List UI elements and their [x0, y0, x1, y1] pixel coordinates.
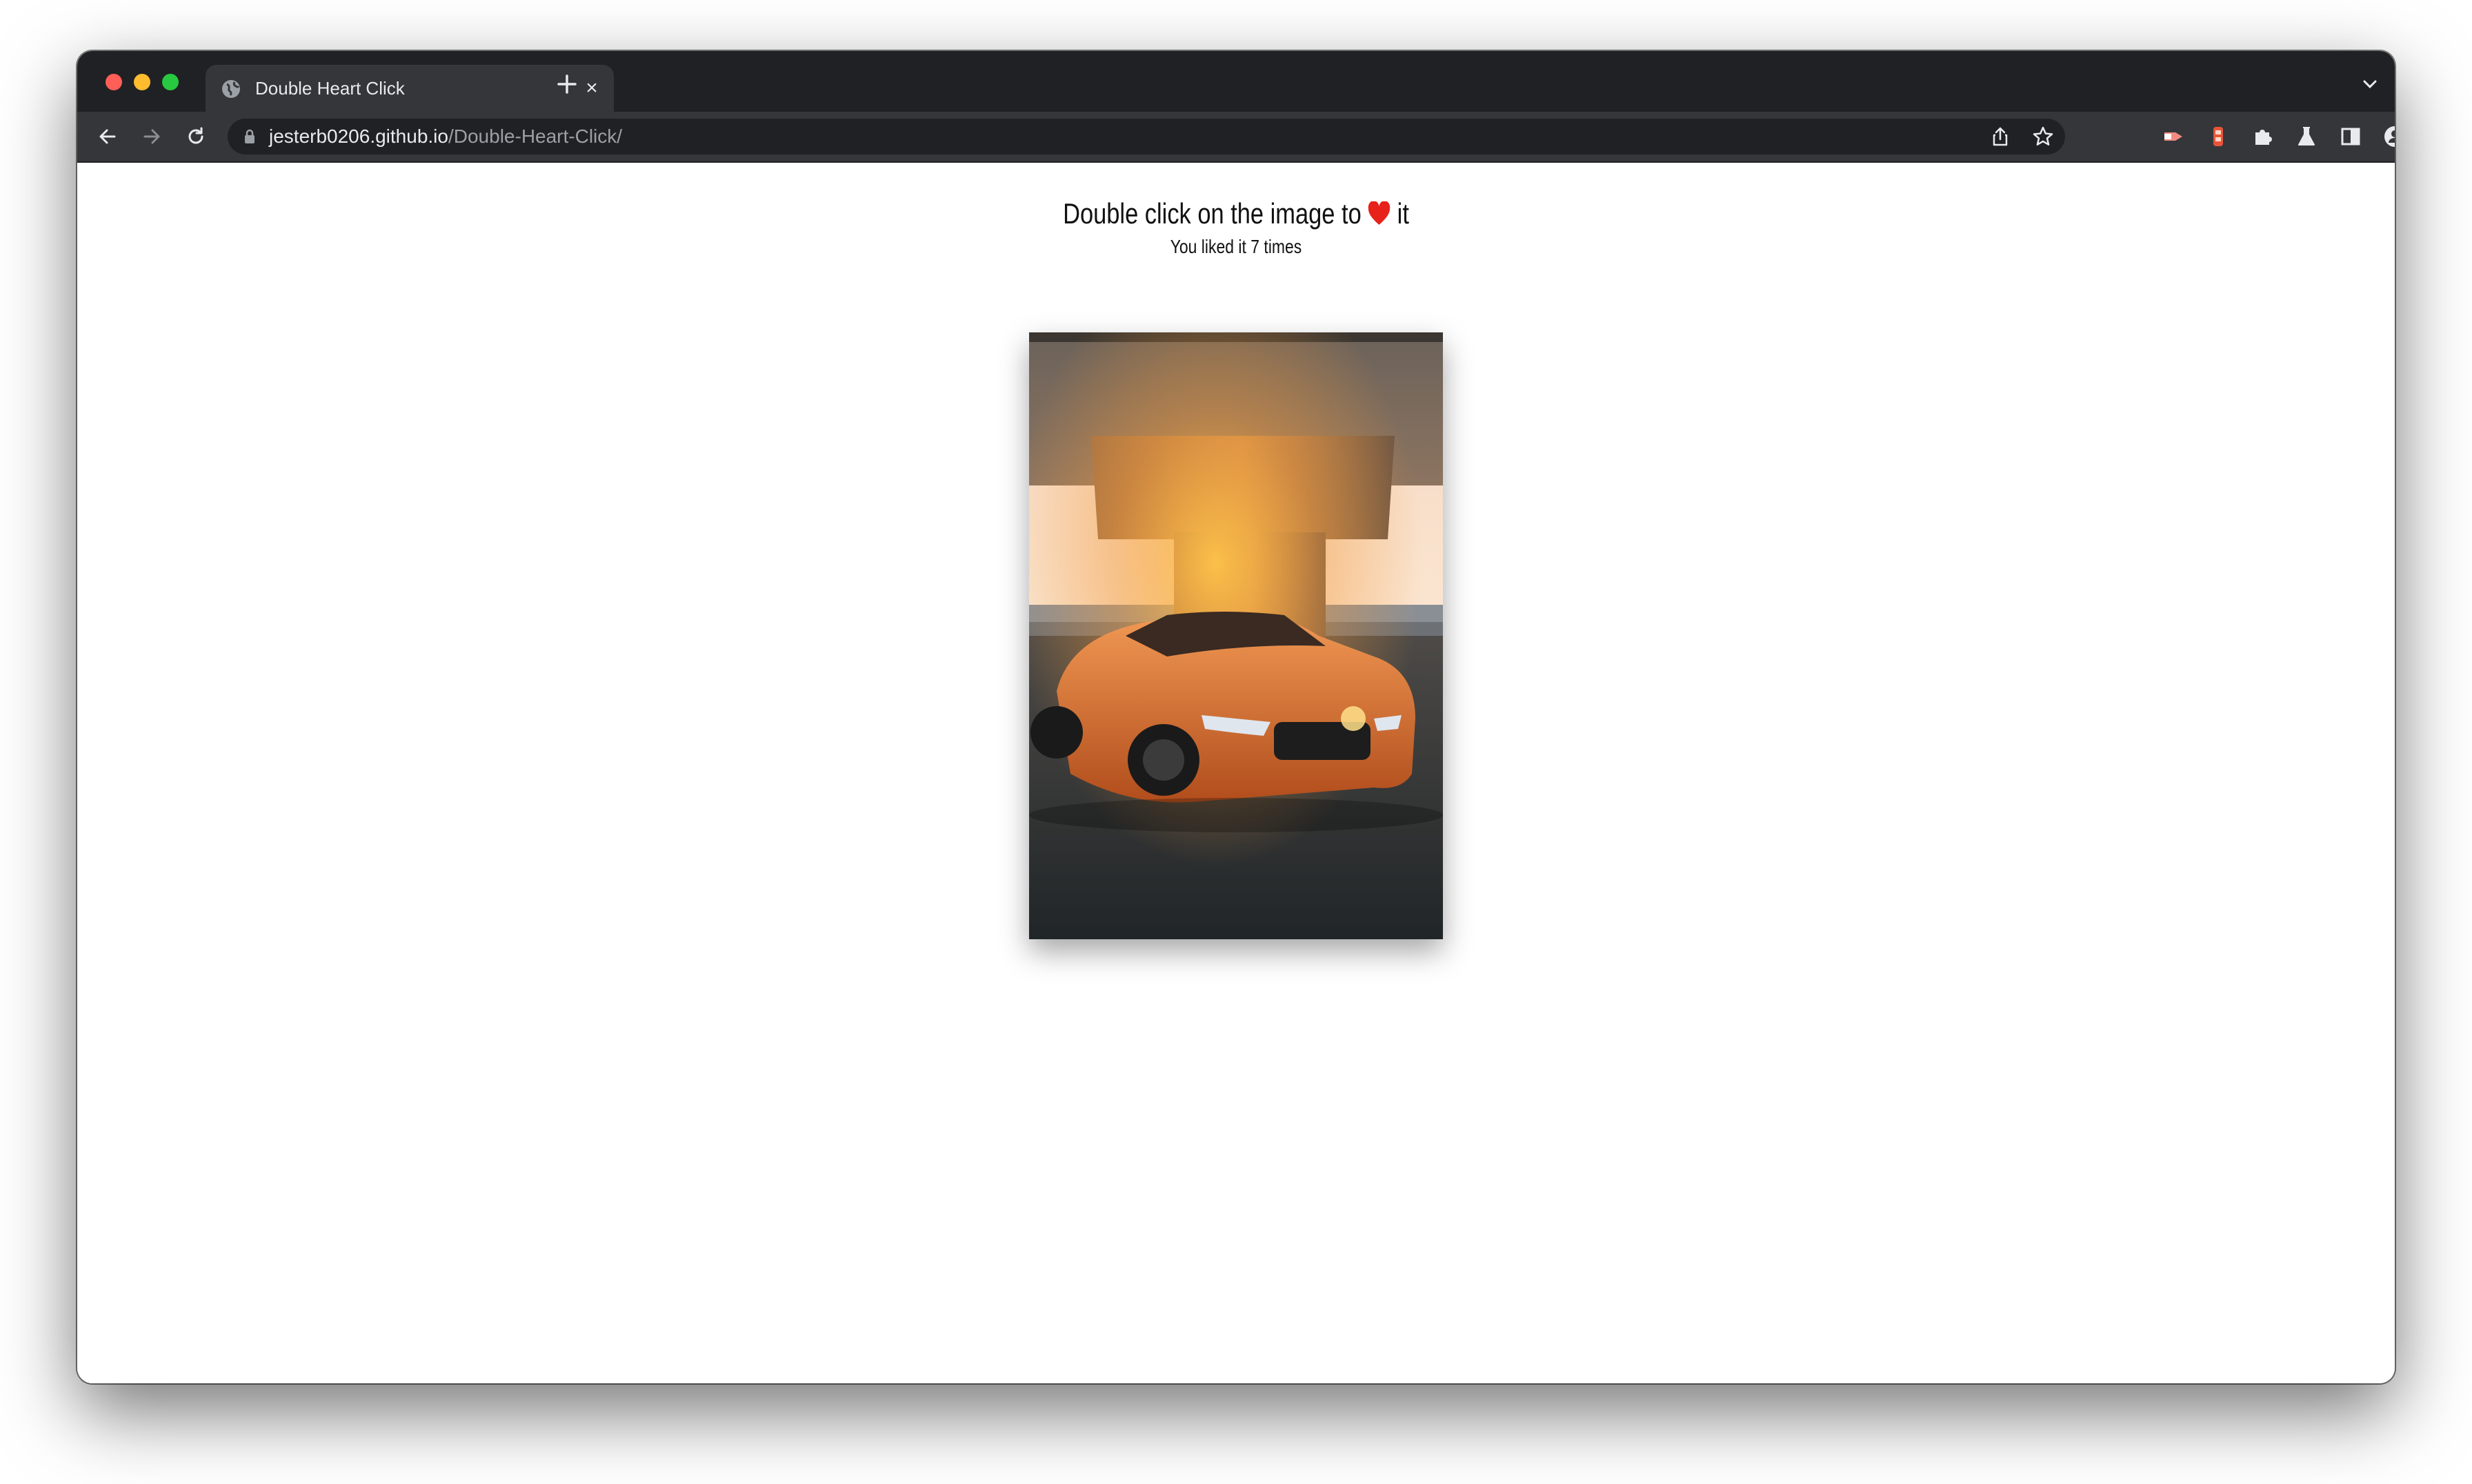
page-title: Double click on the image to it: [286, 197, 2186, 230]
forward-arrow-icon[interactable]: [139, 124, 164, 149]
headline-suffix: it: [1397, 197, 1409, 230]
share-icon[interactable]: [1988, 124, 2013, 149]
extension-icon[interactable]: [2162, 124, 2186, 149]
browser-window: Double Heart Click × jesterb0206.github.…: [77, 51, 2395, 1383]
page-content: Double click on the image to it You like…: [77, 163, 2395, 1383]
side-panel-icon[interactable]: [2338, 124, 2363, 149]
chevron-down-icon[interactable]: [2360, 74, 2380, 94]
toolbar: jesterb0206.github.io/Double-Heart-Click…: [77, 112, 2395, 163]
plus-icon[interactable]: [553, 70, 581, 98]
labs-flask-icon[interactable]: [2294, 124, 2319, 149]
close-icon[interactable]: ×: [581, 77, 603, 99]
like-count: 7: [1250, 236, 1260, 257]
puzzle-icon[interactable]: [2250, 124, 2275, 149]
star-icon[interactable]: [2031, 124, 2055, 149]
lock-icon[interactable]: [243, 128, 257, 145]
globe-icon: [222, 80, 240, 98]
back-arrow-icon[interactable]: [95, 124, 120, 149]
profile-icon[interactable]: [2382, 124, 2395, 149]
minimize-window-button[interactable]: [134, 74, 150, 90]
extension-icon[interactable]: [2206, 124, 2231, 149]
heart-icon: [1368, 201, 1390, 225]
address-bar[interactable]: jesterb0206.github.io/Double-Heart-Click…: [228, 119, 2065, 154]
like-counter: You liked it 7 times: [286, 236, 2186, 258]
url-text: jesterb0206.github.io/Double-Heart-Click…: [269, 126, 622, 148]
car-image: [1029, 332, 1443, 939]
url-host: jesterb0206.github.io: [269, 126, 448, 147]
url-path: /Double-Heart-Click/: [448, 126, 623, 147]
maximize-window-button[interactable]: [162, 74, 179, 90]
like-suffix: times: [1264, 236, 1302, 257]
reload-icon[interactable]: [183, 124, 208, 149]
close-window-button[interactable]: [106, 74, 122, 90]
car-photo[interactable]: [1029, 332, 1443, 939]
tab-title: Double Heart Click: [255, 78, 405, 99]
headline-prefix: Double click on the image to: [1063, 197, 1362, 230]
tab-bar: Double Heart Click ×: [77, 51, 2395, 112]
like-prefix: You liked it: [1170, 236, 1246, 257]
